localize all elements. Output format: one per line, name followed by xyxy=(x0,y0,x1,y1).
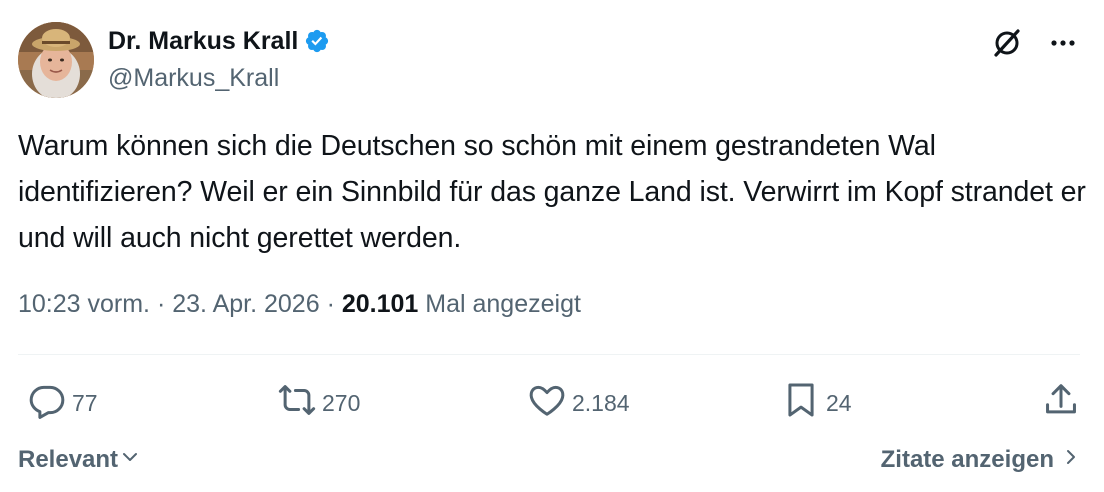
quotes-label: Zitate anzeigen xyxy=(880,446,1054,473)
tweet-text: Warum können sich die Deutschen so schön… xyxy=(18,130,1086,254)
grok-icon[interactable] xyxy=(990,26,1024,60)
reply-icon xyxy=(28,381,66,425)
display-name[interactable]: Dr. Markus Krall xyxy=(108,27,298,56)
like-button[interactable]: 2.184 xyxy=(528,378,630,428)
share-icon xyxy=(1042,381,1080,425)
tweet-meta: 10:23 vorm. · 23. Apr. 2026 · 20.101 Mal… xyxy=(18,290,581,319)
bookmark-icon xyxy=(782,381,820,425)
reply-button[interactable]: 77 xyxy=(28,378,98,428)
share-button[interactable] xyxy=(1042,378,1080,428)
bookmark-button[interactable]: 24 xyxy=(782,378,852,428)
tweet-time[interactable]: 10:23 vorm. xyxy=(18,290,150,318)
sort-dropdown[interactable]: Relevant xyxy=(18,446,140,474)
heart-icon xyxy=(528,381,566,425)
repost-count: 270 xyxy=(322,389,361,416)
chevron-right-icon xyxy=(1062,446,1080,474)
sort-label: Relevant xyxy=(18,446,119,473)
divider xyxy=(18,354,1080,355)
repost-button[interactable]: 270 xyxy=(278,378,360,428)
like-count: 2.184 xyxy=(572,389,630,416)
handle[interactable]: @Markus_Krall xyxy=(108,64,330,93)
tweet-date[interactable]: 23. Apr. 2026 xyxy=(172,290,319,318)
repost-icon xyxy=(278,381,316,425)
display-name-row: Dr. Markus Krall xyxy=(108,24,330,58)
views-count: 20.101 xyxy=(341,290,419,318)
meta-separator: · xyxy=(326,290,342,318)
avatar[interactable] xyxy=(18,22,94,98)
meta-separator: · xyxy=(156,290,173,318)
views-label: Mal angezeigt xyxy=(425,290,581,318)
reply-count: 77 xyxy=(72,389,98,416)
view-quotes-link[interactable]: Zitate anzeigen xyxy=(881,446,1080,474)
bookmark-count: 24 xyxy=(826,389,852,416)
chevron-down-icon xyxy=(120,446,140,474)
author-block: Dr. Markus Krall @Markus_Krall xyxy=(108,24,330,93)
replies-footer: Relevant Zitate anzeigen xyxy=(18,440,1080,480)
header-actions xyxy=(990,26,1080,60)
avatar-image xyxy=(18,22,94,98)
action-bar: 77 270 2.184 24 xyxy=(18,378,1080,428)
verified-badge-icon[interactable] xyxy=(304,28,330,54)
more-icon[interactable] xyxy=(1046,26,1080,60)
tweet-header: Dr. Markus Krall @Markus_Krall xyxy=(18,20,1080,100)
